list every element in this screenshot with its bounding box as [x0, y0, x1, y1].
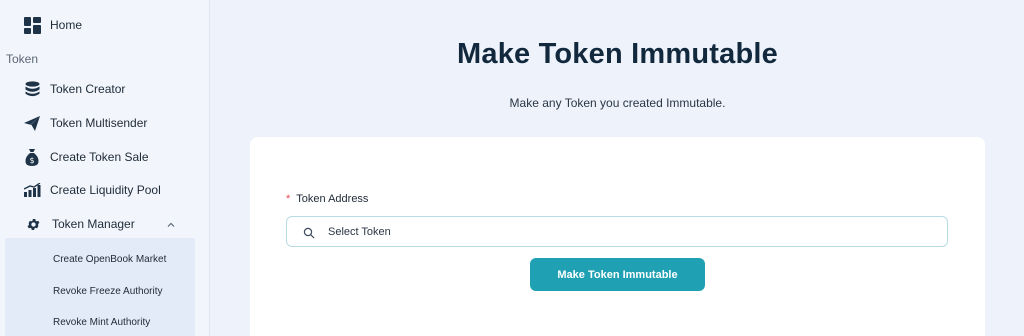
page-subtitle: Make any Token you created Immutable. — [509, 96, 726, 110]
required-mark: * — [286, 193, 291, 205]
sidebar-item-token-manager[interactable]: Token Manager — [0, 210, 210, 238]
sidebar-item-label: Token Multisender — [50, 116, 148, 130]
sidebar-item-label: Create Liquidity Pool — [50, 183, 161, 197]
svg-text:$: $ — [29, 156, 34, 165]
database-icon — [23, 80, 41, 98]
search-icon — [303, 226, 315, 238]
gear-icon — [24, 215, 42, 233]
sidebar-item-label: Home — [50, 18, 83, 32]
submenu-item-revoke-mint-authority[interactable]: Revoke Mint Authority — [53, 317, 150, 328]
token-select-placeholder: Select Token — [328, 225, 391, 238]
dashboard-icon — [23, 16, 41, 34]
bar-chart-icon — [23, 181, 41, 199]
sidebar-item-home[interactable]: Home — [0, 11, 210, 39]
submenu-item-create-openbook-market[interactable]: Create OpenBook Market — [53, 254, 166, 265]
submenu-item-revoke-freeze-authority[interactable]: Revoke Freeze Authority — [53, 286, 163, 297]
token-manager-submenu: Create OpenBook Market Revoke Freeze Aut… — [5, 238, 195, 336]
chevron-up-icon[interactable] — [165, 218, 177, 230]
send-icon — [23, 114, 41, 132]
sidebar-item-create-liquidity-pool[interactable]: Create Liquidity Pool — [0, 176, 210, 204]
token-address-label-text: Token Address — [296, 193, 369, 205]
sidebar-item-token-multisender[interactable]: Token Multisender — [0, 109, 210, 137]
sidebar-section-label: Token — [6, 52, 39, 66]
sidebar: Home Token Token Creator Token Multisend… — [0, 0, 210, 336]
token-address-label: * Token Address — [286, 193, 368, 205]
page-title: Make Token Immutable — [457, 38, 778, 70]
sidebar-item-label: Create Token Sale — [50, 150, 149, 164]
sidebar-item-create-token-sale[interactable]: $ Create Token Sale — [0, 143, 210, 171]
make-token-immutable-button[interactable]: Make Token Immutable — [530, 258, 705, 291]
token-select[interactable]: Select Token — [286, 216, 948, 247]
sidebar-item-label: Token Creator — [50, 82, 126, 96]
sidebar-item-label: Token Manager — [52, 217, 135, 231]
sidebar-item-token-creator[interactable]: Token Creator — [0, 75, 210, 103]
money-bag-icon: $ — [23, 148, 41, 166]
